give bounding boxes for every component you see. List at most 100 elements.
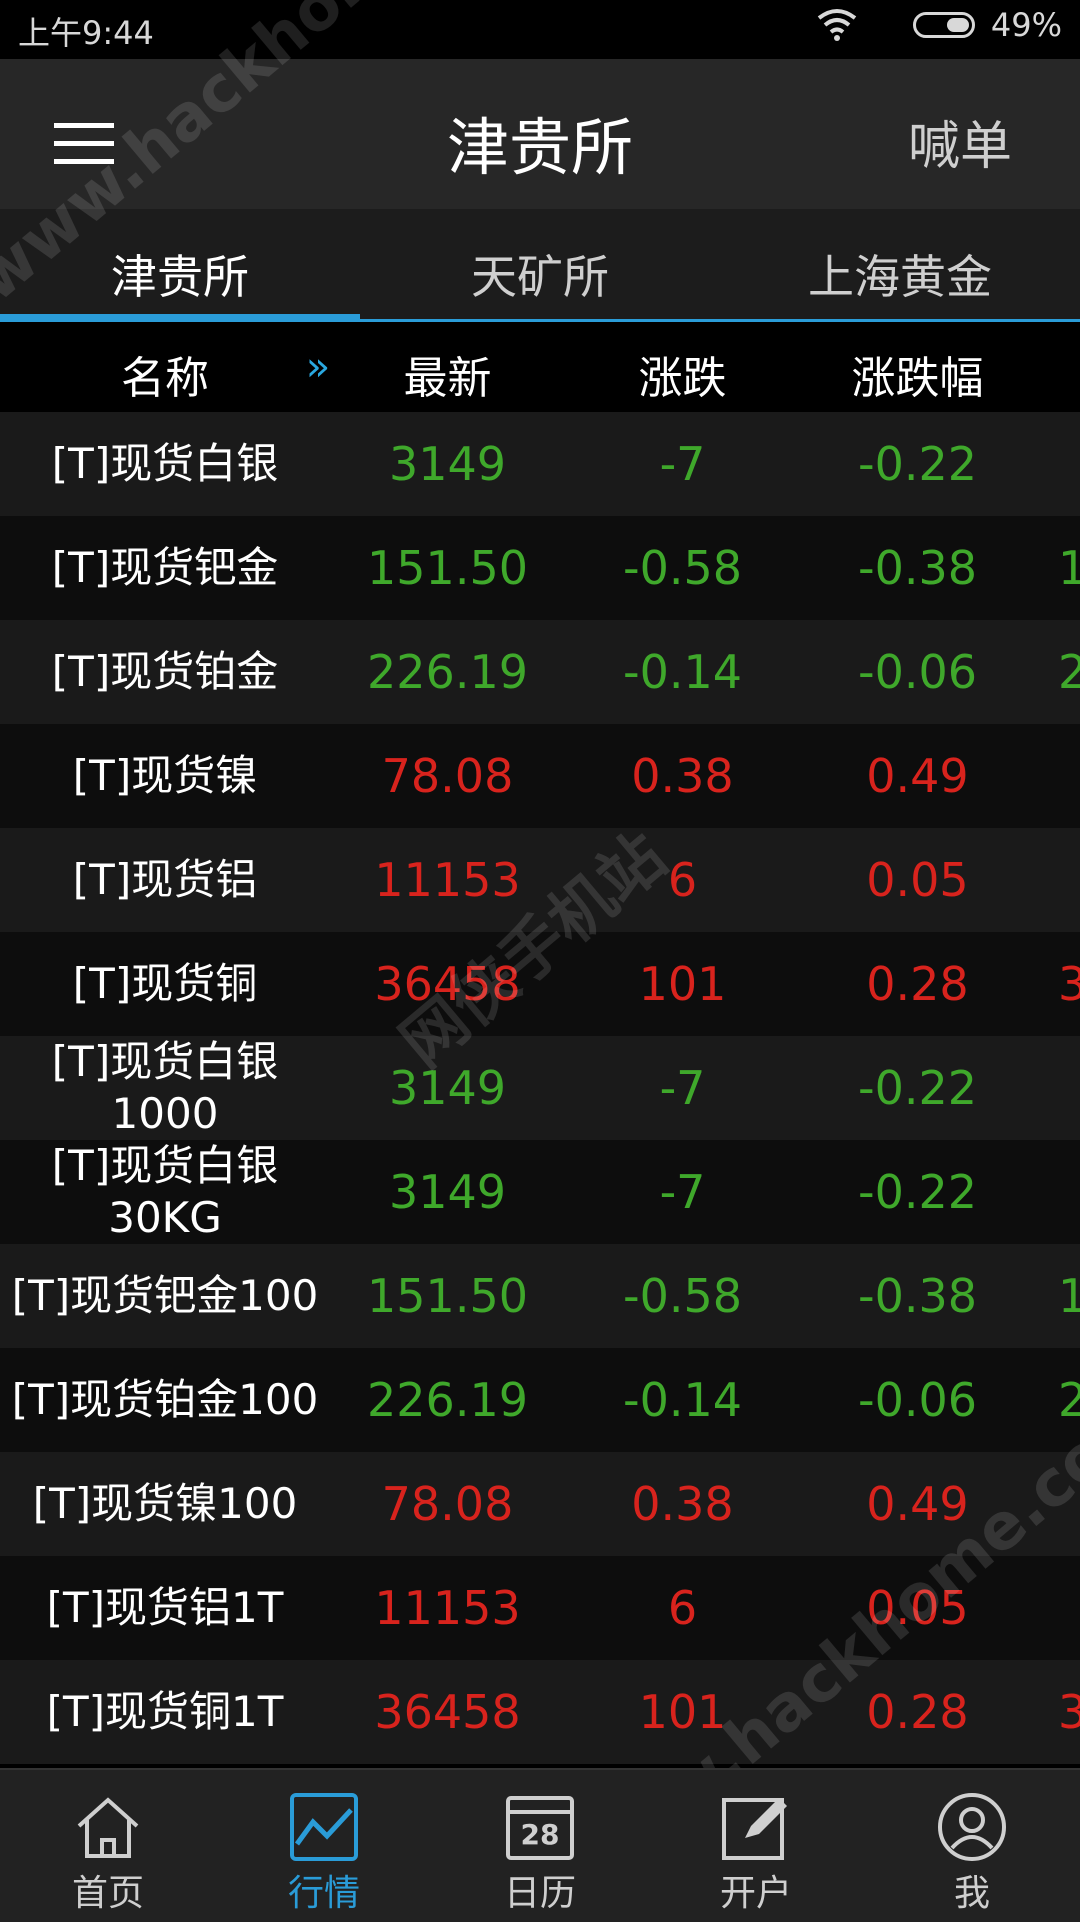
row-latest: 226.19	[367, 1373, 528, 1427]
nav-me[interactable]: 我	[864, 1770, 1080, 1922]
table-row[interactable]: [T]现货白银 3149 -7 -0.22	[0, 412, 1080, 516]
title-bar: 津贵所 喊单	[0, 59, 1080, 209]
table-row[interactable]: [T]现货铂金 226.19 -0.14 -0.06 2	[0, 620, 1080, 724]
row-extra: 2	[1058, 645, 1080, 699]
row-extra	[1058, 1452, 1080, 1556]
tab-indicator	[0, 314, 360, 322]
row-name: [T]现货白银1000	[51, 1037, 279, 1138]
home-icon	[77, 1797, 139, 1858]
row-change-pct: -0.06	[857, 1373, 978, 1427]
row-change: -7	[659, 1165, 706, 1219]
row-change-pct: -0.38	[857, 541, 978, 595]
row-name: [T]现货镍	[72, 751, 258, 800]
nav-home[interactable]: 首页	[0, 1770, 216, 1922]
user-icon	[938, 1793, 1006, 1861]
status-indicators: 49%	[817, 6, 1062, 44]
row-change-pct: 0.28	[866, 1685, 969, 1739]
table-row[interactable]: [T]现货镍 78.08 0.38 0.49	[0, 724, 1080, 828]
row-change: -0.58	[622, 1269, 743, 1323]
row-extra	[1058, 724, 1080, 828]
row-name: [T]现货铝1T	[46, 1583, 284, 1632]
table-row[interactable]: [T]现货镍100 78.08 0.38 0.49	[0, 1452, 1080, 1556]
row-latest: 3149	[388, 1165, 507, 1219]
quote-list: [T]现货白银 3149 -7 -0.22 [T]现货钯金 151.50 -0.…	[0, 412, 1080, 1768]
column-change-pct[interactable]: 涨跌幅	[800, 342, 1035, 406]
row-change-pct: 0.49	[866, 1477, 969, 1531]
wifi-icon	[817, 9, 857, 41]
nav-label: 我	[953, 1873, 990, 1914]
row-change-pct: -0.22	[857, 1165, 978, 1219]
row-change: 0.38	[631, 1477, 734, 1531]
row-name: [T]现货镍100	[32, 1479, 298, 1528]
tab-shanghai-gold[interactable]: 上海黄金	[720, 209, 1080, 322]
nav-open-account[interactable]: 开户	[648, 1770, 864, 1922]
row-change-pct: -0.38	[857, 1269, 978, 1323]
row-change-pct: 0.05	[866, 853, 969, 907]
row-change: 101	[638, 1685, 727, 1739]
edit-icon	[722, 1798, 787, 1860]
nav-calendar[interactable]: 28 日历	[432, 1770, 648, 1922]
row-latest: 78.08	[381, 749, 514, 803]
row-name: [T]现货铂金100	[11, 1375, 319, 1424]
row-extra: 1	[1058, 1269, 1080, 1323]
table-row[interactable]: [T]现货铂金100 226.19 -0.14 -0.06 2	[0, 1348, 1080, 1452]
row-latest: 11153	[374, 1581, 521, 1635]
bottom-nav: 首页 行情 28 日历 开户 我	[0, 1768, 1080, 1922]
table-row[interactable]: [T]现货钯金 151.50 -0.58 -0.38 1	[0, 516, 1080, 620]
status-time: 上午9:44	[18, 14, 154, 52]
row-extra: 1	[1058, 541, 1080, 595]
row-name: [T]现货钯金100	[11, 1271, 319, 1320]
row-extra	[1058, 1036, 1080, 1140]
battery-icon	[912, 12, 975, 38]
row-change-pct: 0.28	[866, 957, 969, 1011]
row-name: [T]现货铂金	[51, 647, 279, 696]
row-extra	[1058, 412, 1080, 516]
row-change: 6	[667, 853, 698, 907]
table-row[interactable]: [T]现货白银30KG 3149 -7 -0.22	[0, 1140, 1080, 1244]
row-change: -7	[659, 1061, 706, 1115]
shout-button[interactable]: 喊单	[908, 104, 1012, 179]
nav-label: 日历	[503, 1873, 576, 1914]
column-change[interactable]: 涨跌	[565, 342, 800, 406]
row-latest: 151.50	[367, 1269, 528, 1323]
status-bar: 上午9:44 49%	[0, 0, 1080, 59]
column-name[interactable]: 名称	[0, 342, 330, 406]
row-extra	[1058, 1140, 1080, 1244]
table-row[interactable]: [T]现货铝1T 11153 6 0.05	[0, 1556, 1080, 1660]
row-change-pct: -0.22	[857, 1061, 978, 1115]
row-name: [T]现货钯金	[51, 543, 279, 592]
row-latest: 151.50	[367, 541, 528, 595]
row-extra	[1058, 828, 1080, 932]
row-name: [T]现货白银30KG	[51, 1141, 279, 1242]
tab-tianjin[interactable]: 津贵所	[0, 209, 360, 322]
table-row[interactable]: [T]现货铝 11153 6 0.05	[0, 828, 1080, 932]
column-latest[interactable]: 最新	[330, 342, 565, 406]
table-row[interactable]: [T]现货钯金100 151.50 -0.58 -0.38 1	[0, 1244, 1080, 1348]
row-change: 6	[667, 1581, 698, 1635]
column-header: 名称 » 最新 涨跌 涨跌幅	[0, 322, 1080, 412]
row-name: [T]现货铜	[72, 959, 258, 1008]
battery-percent: 49%	[990, 6, 1062, 44]
row-extra: 3	[1058, 957, 1080, 1011]
nav-label: 行情	[287, 1873, 360, 1914]
row-change: 101	[638, 957, 727, 1011]
row-extra: 3	[1058, 1685, 1080, 1739]
row-latest: 226.19	[367, 645, 528, 699]
exchange-tabs: 津贵所 天矿所 上海黄金	[0, 209, 1080, 322]
row-extra: 2	[1058, 1373, 1080, 1427]
row-name: [T]现货铝	[72, 855, 258, 904]
chart-icon	[290, 1793, 358, 1861]
row-change: -0.14	[622, 1373, 743, 1427]
tab-tiankuang[interactable]: 天矿所	[360, 209, 720, 322]
row-latest: 36458	[374, 1685, 521, 1739]
calendar-day: 28	[520, 1818, 560, 1851]
row-change: 0.38	[631, 749, 734, 803]
row-change-pct: 0.05	[866, 1581, 969, 1635]
table-row[interactable]: [T]现货白银1000 3149 -7 -0.22	[0, 1036, 1080, 1140]
nav-quotes[interactable]: 行情	[216, 1770, 432, 1922]
table-row[interactable]: [T]现货铜1T 36458 101 0.28 3	[0, 1660, 1080, 1764]
row-latest: 3149	[388, 437, 507, 491]
table-row[interactable]: [T]现货铜 36458 101 0.28 3	[0, 932, 1080, 1036]
row-name: [T]现货铜1T	[46, 1687, 284, 1736]
row-extra	[1058, 1556, 1080, 1660]
